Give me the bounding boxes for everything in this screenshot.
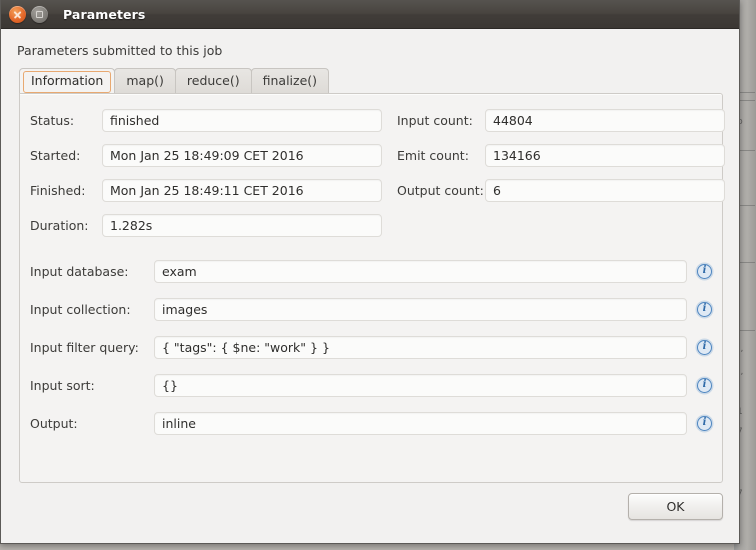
- duration-field[interactable]: 1.282s: [102, 213, 382, 237]
- window-titlebar: Parameters: [1, 0, 739, 29]
- tab-information[interactable]: Information: [19, 68, 116, 93]
- finished-label: Finished:: [30, 182, 86, 198]
- form-row: Status: finished Input count: 44804: [30, 108, 725, 132]
- information-tab-panel: Status: finished Input count: 44804 Star…: [19, 93, 725, 483]
- input-collection-label: Input collection:: [30, 301, 131, 317]
- tab-map-label: map(): [126, 73, 164, 88]
- duration-label: Duration:: [30, 217, 89, 233]
- input-database-label: Input database:: [30, 263, 129, 279]
- ok-button[interactable]: OK: [628, 493, 723, 520]
- input-collection-field[interactable]: images: [154, 297, 687, 321]
- dialog-footer: OK: [1, 481, 739, 543]
- input-sort-field[interactable]: {}: [154, 373, 687, 397]
- input-database-field[interactable]: exam: [154, 259, 687, 283]
- info-icon[interactable]: [697, 377, 712, 393]
- window-title: Parameters: [63, 6, 146, 22]
- form-row: Input filter query: { "tags": { $ne: "wo…: [30, 335, 712, 359]
- form-row: Output: inline: [30, 411, 712, 435]
- input-count-field[interactable]: 44804: [485, 108, 725, 132]
- emit-count-label: Emit count:: [397, 147, 469, 163]
- form-row: Started: Mon Jan 25 18:49:09 CET 2016 Em…: [30, 143, 725, 167]
- input-sort-label: Input sort:: [30, 377, 95, 393]
- input-filter-query-label: Input filter query:: [30, 339, 139, 355]
- tab-information-label: Information: [31, 73, 104, 88]
- output-count-label: Output count:: [397, 182, 484, 198]
- info-icon[interactable]: [697, 415, 712, 431]
- tab-reduce-label: reduce(): [186, 73, 240, 88]
- info-icon[interactable]: [697, 339, 712, 355]
- form-row: Input collection: images: [30, 297, 712, 321]
- tabstrip: Information map() reduce() finalize(): [19, 68, 725, 93]
- output-field[interactable]: inline: [154, 411, 687, 435]
- started-field[interactable]: Mon Jan 25 18:49:09 CET 2016: [102, 143, 382, 167]
- input-filter-query-field[interactable]: { "tags": { $ne: "work" } }: [154, 335, 687, 359]
- finished-field[interactable]: Mon Jan 25 18:49:11 CET 2016: [102, 178, 382, 202]
- tab-finalize-label: finalize(): [262, 73, 318, 88]
- maximize-icon[interactable]: [31, 5, 48, 23]
- input-count-label: Input count:: [397, 112, 473, 128]
- form-row: Input sort: {}: [30, 373, 712, 397]
- status-label: Status:: [30, 112, 75, 128]
- started-label: Started:: [30, 147, 81, 163]
- info-icon[interactable]: [697, 301, 712, 317]
- tab-reduce[interactable]: reduce(): [174, 68, 252, 93]
- desktop-background: b , ), ), 1 7 7 Parameters Parameters su…: [0, 0, 756, 550]
- tab-finalize[interactable]: finalize(): [250, 68, 330, 93]
- form-row: Input database: exam: [30, 259, 712, 283]
- emit-count-field[interactable]: 134166: [485, 143, 725, 167]
- form-row: Finished: Mon Jan 25 18:49:11 CET 2016 O…: [30, 178, 725, 202]
- output-count-field[interactable]: 6: [485, 178, 725, 202]
- tab-map[interactable]: map(): [114, 68, 176, 93]
- dialog-intro-text: Parameters submitted to this job: [17, 43, 223, 58]
- output-label: Output:: [30, 415, 78, 431]
- dialog-body: Parameters submitted to this job Informa…: [1, 29, 739, 543]
- close-icon[interactable]: [9, 5, 26, 23]
- form-row: Duration: 1.282s: [30, 213, 712, 237]
- parameters-dialog-window: Parameters Parameters submitted to this …: [0, 0, 740, 544]
- status-field[interactable]: finished: [102, 108, 382, 132]
- info-icon[interactable]: [697, 263, 712, 279]
